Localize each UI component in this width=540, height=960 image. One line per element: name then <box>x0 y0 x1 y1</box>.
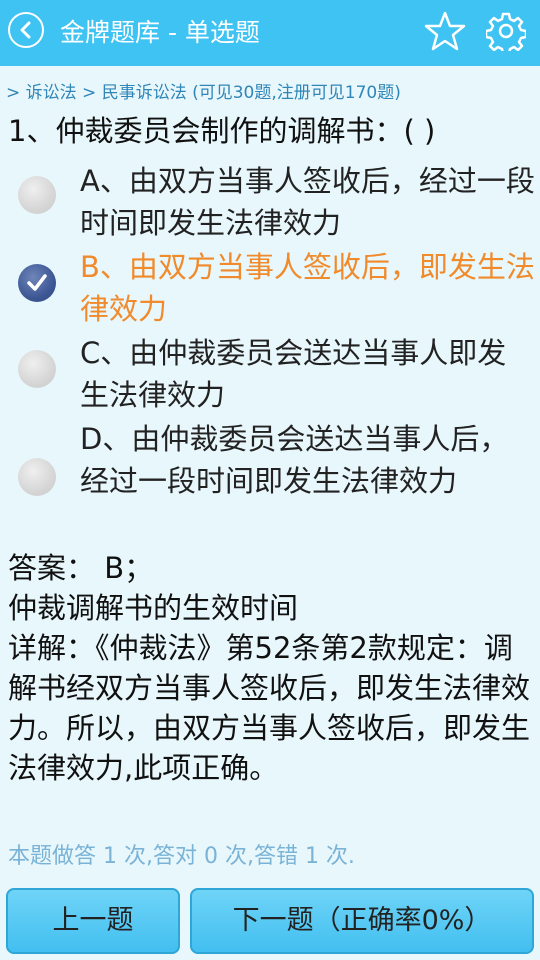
page-title: 金牌题库 - 单选题 <box>60 18 260 47</box>
question-text: 1、仲裁委员会制作的调解书：( ) <box>8 114 436 148</box>
next-question-button[interactable]: 下一题（正确率0%） <box>190 888 534 954</box>
answer-section: 答案： B； 仲裁调解书的生效时间 详解：《仲裁法》第52条第2款规定：调解书经… <box>8 548 533 788</box>
breadcrumb[interactable]: > 诉讼法 > 民事诉讼法 (可见30题,注册可见170题) <box>6 78 401 103</box>
favorite-button[interactable] <box>424 10 466 52</box>
radio-unchecked-icon[interactable] <box>18 458 56 496</box>
option-label: D、由仲裁委员会送达当事人后，经过一段时间即发生法律效力 <box>80 422 509 498</box>
option-d[interactable]: D、由仲裁委员会送达当事人后，经过一段时间即发生法律效力 <box>0 418 540 544</box>
gear-icon <box>484 12 528 56</box>
option-b[interactable]: B、由双方当事人签收后，即发生法律效力 <box>0 246 540 330</box>
radio-unchecked-icon[interactable] <box>18 176 56 214</box>
settings-button[interactable] <box>484 11 528 56</box>
radio-checked-icon[interactable] <box>18 264 56 302</box>
top-bar: 金牌题库 - 单选题 <box>0 0 540 66</box>
checkmark-icon <box>27 274 47 291</box>
answer-result: 答案： B； <box>8 551 154 585</box>
option-a[interactable]: A、由双方当事人签收后，经过一段时间即发生法律效力 <box>0 160 540 244</box>
answer-explanation: 详解：《仲裁法》第52条第2款规定：调解书经双方当事人签收后，即发生法律效力。所… <box>8 631 531 785</box>
answer-stats: 本题做答 1 次,答对 0 次,答错 1 次. <box>8 844 355 869</box>
star-icon <box>424 11 466 51</box>
option-label: C、由仲裁委员会送达当事人即发生法律效力 <box>80 336 507 412</box>
back-arrow-icon <box>20 21 31 39</box>
option-c[interactable]: C、由仲裁委员会送达当事人即发生法律效力 <box>0 332 540 416</box>
option-label-selected: B、由双方当事人签收后，即发生法律效力 <box>80 250 535 326</box>
back-button[interactable] <box>8 12 44 48</box>
radio-unchecked-icon[interactable] <box>18 350 56 388</box>
answer-topic: 仲裁调解书的生效时间 <box>8 591 299 625</box>
option-label: A、由双方当事人签收后，经过一段时间即发生法律效力 <box>80 164 535 240</box>
previous-question-button[interactable]: 上一题 <box>6 888 180 954</box>
